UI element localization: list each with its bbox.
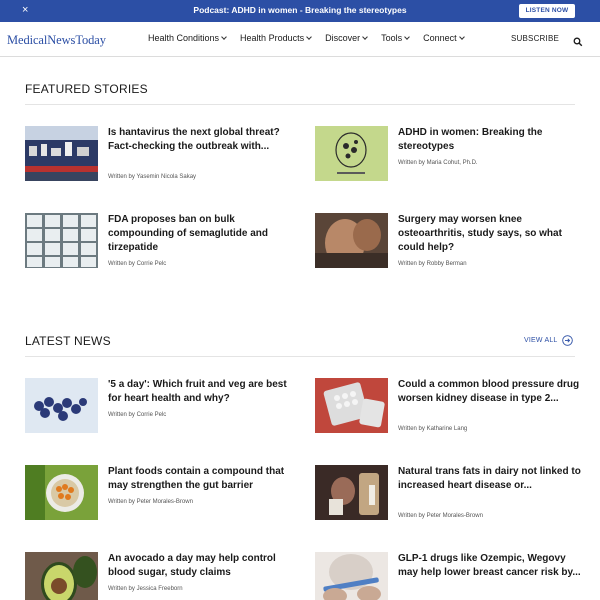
site-logo[interactable]: MedicalNewsToday bbox=[7, 33, 106, 48]
nav-item-discover[interactable]: Discover bbox=[325, 33, 368, 43]
story-thumbnail bbox=[25, 465, 98, 520]
story-title[interactable]: Surgery may worsen knee osteoarthritis, … bbox=[398, 213, 583, 255]
chevron-down-icon bbox=[458, 34, 465, 40]
story-card[interactable]: Natural trans fats in dairy not linked t… bbox=[315, 465, 590, 521]
story-card[interactable]: An avocado a day may help control blood … bbox=[25, 552, 300, 600]
story-thumbnail bbox=[315, 378, 388, 433]
chevron-down-icon bbox=[404, 34, 410, 40]
story-byline: Written by Maria Cohut, Ph.D. bbox=[398, 160, 478, 166]
story-card[interactable]: FDA proposes ban on bulk compounding of … bbox=[25, 213, 300, 269]
chevron-down-icon bbox=[306, 34, 312, 40]
story-byline: Written by Corrie Pelc bbox=[108, 412, 167, 418]
story-thumbnail bbox=[315, 552, 388, 600]
story-card[interactable]: Plant foods contain a compound that may … bbox=[25, 465, 300, 521]
nav-item-health-conditions[interactable]: Health Conditions bbox=[148, 33, 227, 43]
story-title[interactable]: An avocado a day may help control blood … bbox=[108, 552, 293, 580]
story-thumbnail bbox=[315, 465, 388, 520]
view-all-link[interactable]: VIEW ALL bbox=[524, 335, 573, 346]
story-thumbnail bbox=[25, 213, 98, 268]
story-card[interactable]: ADHD in women: Breaking the stereotypes … bbox=[315, 126, 590, 182]
story-title[interactable]: Could a common blood pressure drug worse… bbox=[398, 378, 583, 406]
story-byline: Written by Yasemin Nicola Sakay bbox=[108, 174, 197, 180]
nav-item-label: Health Products bbox=[240, 33, 305, 43]
story-title[interactable]: Is hantavirus the next global threat? Fa… bbox=[108, 126, 293, 154]
story-card[interactable]: '5 a day': Which fruit and veg are best … bbox=[25, 378, 300, 434]
story-card[interactable]: Surgery may worsen knee osteoarthritis, … bbox=[315, 213, 590, 269]
nav-item-label: Discover bbox=[325, 33, 361, 43]
listen-now-button[interactable]: LISTEN NOW bbox=[519, 4, 575, 18]
story-title[interactable]: Plant foods contain a compound that may … bbox=[108, 465, 293, 493]
story-title[interactable]: FDA proposes ban on bulk compounding of … bbox=[108, 213, 293, 255]
promo-text[interactable]: Podcast: ADHD in women - Breaking the st… bbox=[0, 5, 600, 15]
nav-item-tools[interactable]: Tools bbox=[381, 33, 410, 43]
nav-item-label: Tools bbox=[381, 33, 403, 43]
divider bbox=[25, 356, 575, 357]
story-thumbnail bbox=[315, 126, 388, 181]
story-byline: Written by Corrie Pelc bbox=[108, 261, 167, 267]
story-byline: Written by Peter Morales-Brown bbox=[108, 499, 193, 505]
promo-banner: × Podcast: ADHD in women - Breaking the … bbox=[0, 0, 600, 22]
chevron-down-icon bbox=[221, 34, 227, 40]
chevron-down-icon bbox=[362, 34, 368, 40]
arrow-right-circle-icon bbox=[561, 335, 573, 346]
story-thumbnail bbox=[25, 378, 98, 433]
search-icon[interactable] bbox=[573, 34, 583, 47]
latest-news-heading: LATEST NEWS bbox=[25, 334, 111, 348]
story-card[interactable]: Could a common blood pressure drug worse… bbox=[315, 378, 590, 434]
story-thumbnail bbox=[25, 126, 98, 181]
story-thumbnail bbox=[25, 552, 98, 600]
story-thumbnail bbox=[315, 213, 388, 268]
story-card[interactable]: GLP-1 drugs like Ozempic, Wegovy may hel… bbox=[315, 552, 590, 600]
story-byline: Written by Robby Berman bbox=[398, 261, 467, 267]
story-byline: Written by Jessica Freeborn bbox=[108, 586, 183, 592]
main-nav: MedicalNewsToday Health Conditions Healt… bbox=[0, 22, 600, 57]
nav-item-label: Health Conditions bbox=[148, 33, 220, 43]
story-byline: Written by Peter Morales-Brown bbox=[398, 513, 483, 519]
story-title[interactable]: GLP-1 drugs like Ozempic, Wegovy may hel… bbox=[398, 552, 583, 580]
view-all-label: VIEW ALL bbox=[524, 337, 558, 344]
nav-item-health-products[interactable]: Health Products bbox=[240, 33, 312, 43]
nav-item-label: Connect bbox=[423, 33, 457, 43]
story-byline: Written by Katharine Lang bbox=[398, 426, 468, 432]
story-title[interactable]: ADHD in women: Breaking the stereotypes bbox=[398, 126, 583, 154]
nav-item-connect[interactable]: Connect bbox=[423, 33, 465, 43]
subscribe-link[interactable]: SUBSCRIBE bbox=[511, 34, 559, 43]
featured-stories-heading: FEATURED STORIES bbox=[25, 82, 148, 96]
story-title[interactable]: '5 a day': Which fruit and veg are best … bbox=[108, 378, 293, 406]
divider bbox=[25, 104, 575, 105]
nav-menu: Health Conditions Health Products Discov… bbox=[148, 33, 478, 43]
story-title[interactable]: Natural trans fats in dairy not linked t… bbox=[398, 465, 583, 493]
story-card[interactable]: Is hantavirus the next global threat? Fa… bbox=[25, 126, 300, 182]
